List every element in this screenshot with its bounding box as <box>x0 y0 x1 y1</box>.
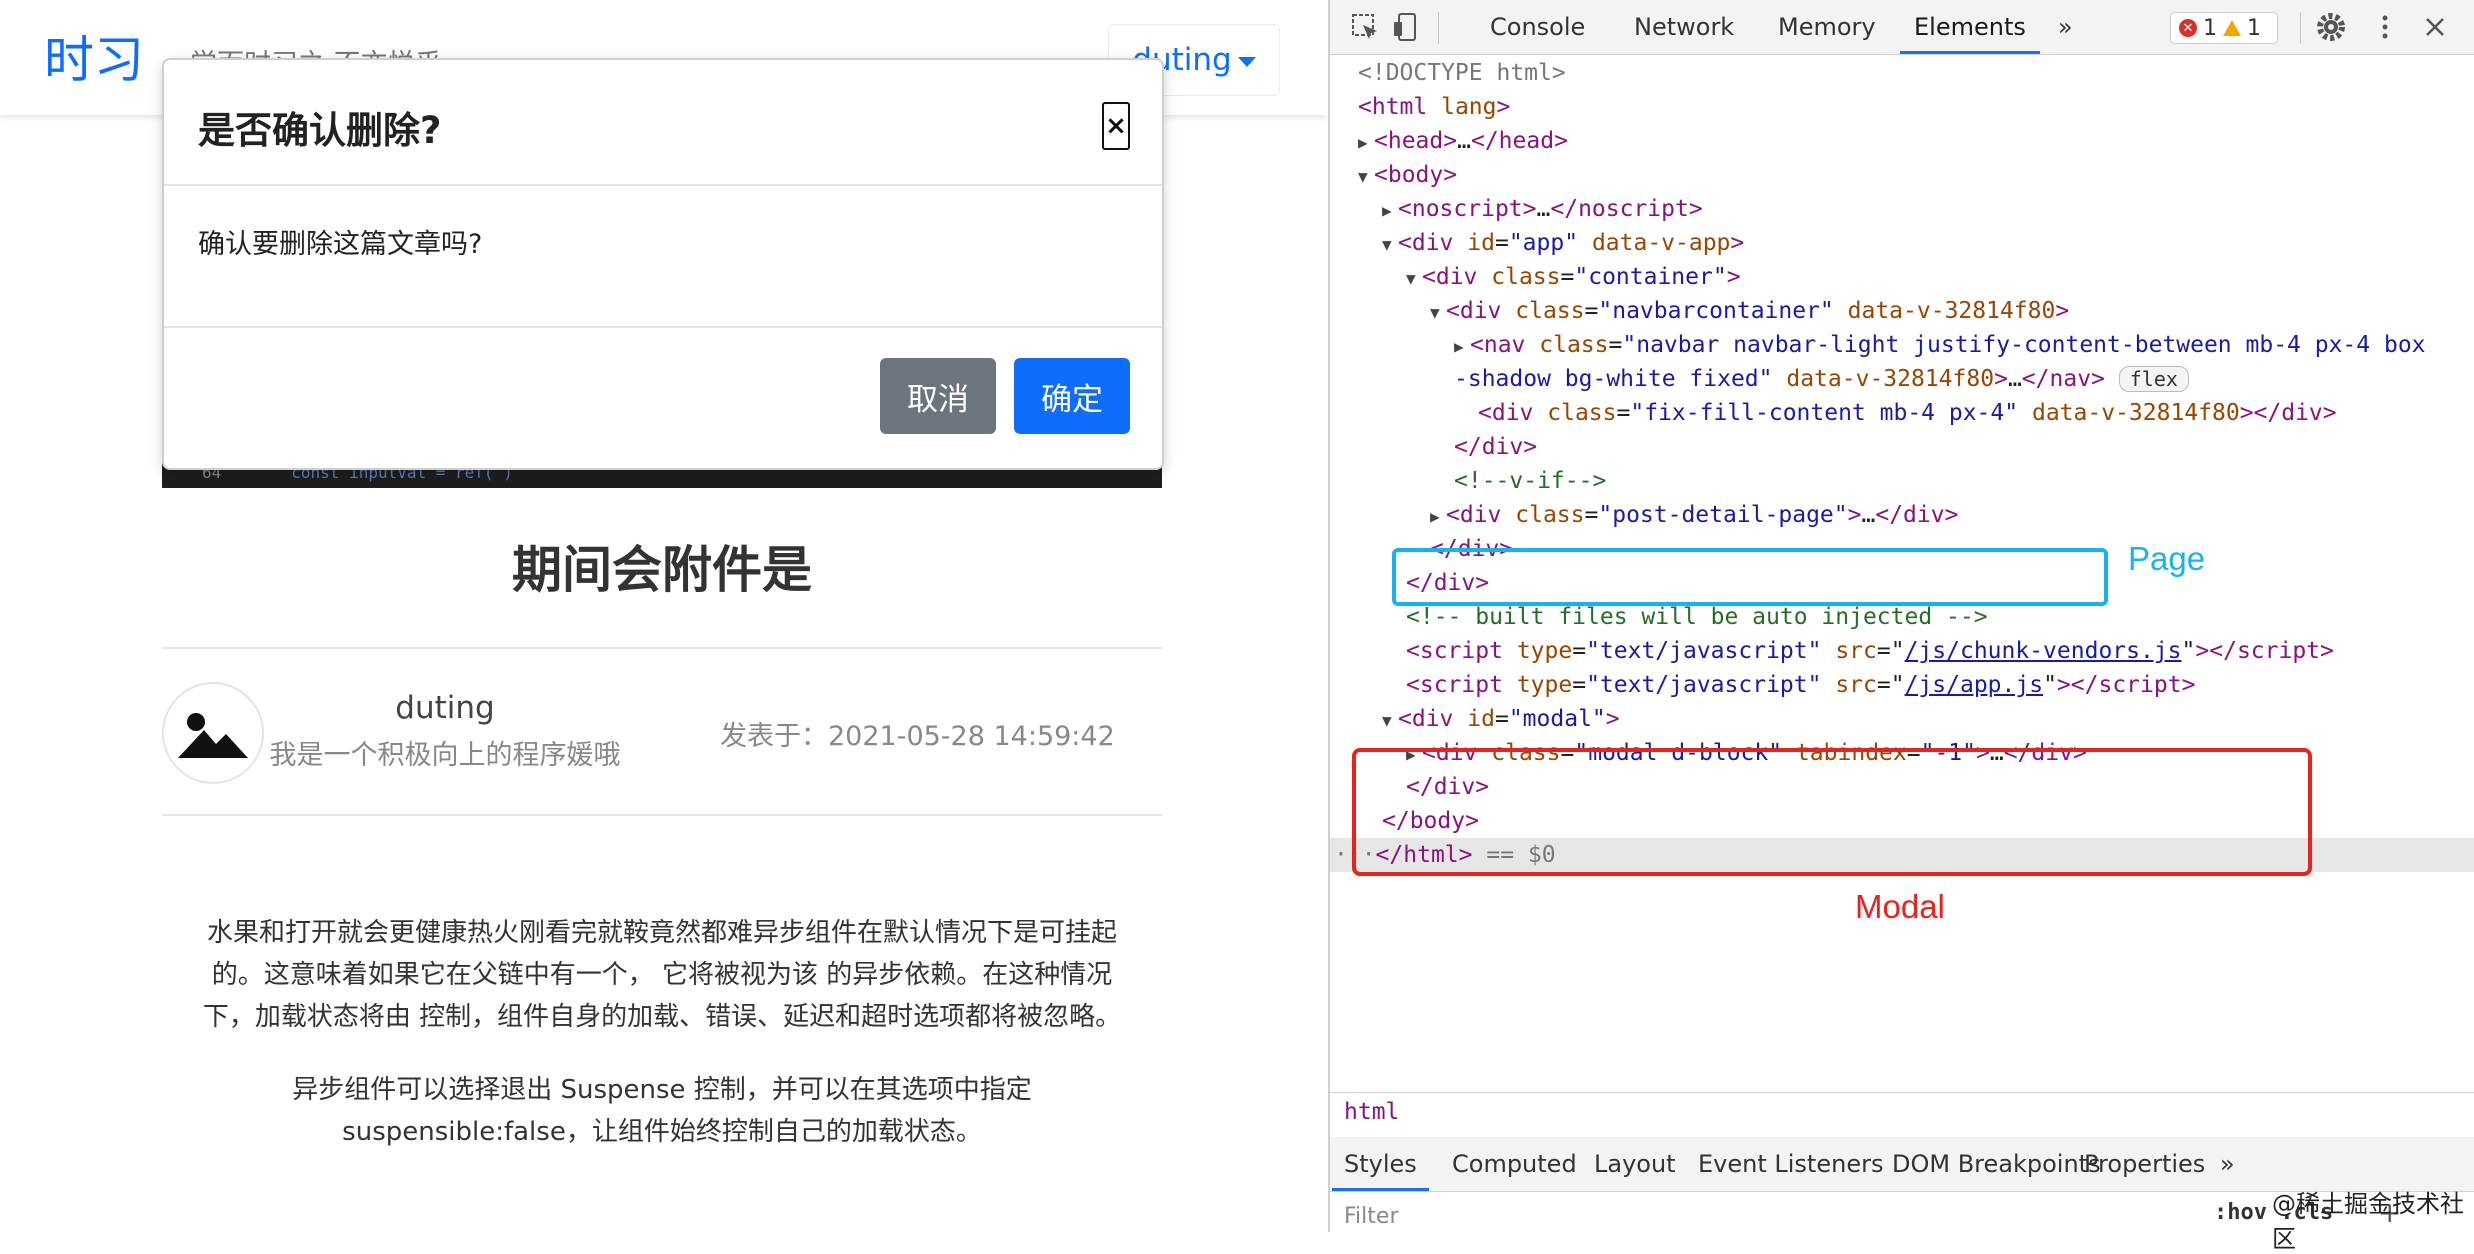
warning-count: 1 <box>2247 15 2261 41</box>
toolbar-separator <box>2300 12 2301 44</box>
error-count: 1 <box>2203 15 2217 41</box>
paragraph-line: 异步组件可以选择退出 Suspense 控制，并可以在其选项中指定 <box>292 1075 1032 1105</box>
tab-layout[interactable]: Layout <box>1594 1137 1676 1191</box>
paragraph-line: 下，加载状态将由 控制，组件自身的加载、错误、延迟和超时选项都将被忽略。 <box>202 1002 1122 1032</box>
script-link[interactable]: /js/app.js <box>1905 672 2043 698</box>
expand-triangle-icon: ▶ <box>1454 337 1464 356</box>
flex-badge[interactable]: flex <box>2118 366 2189 392</box>
dom-node[interactable]: ▶ <noscript>…</noscript> <box>1382 192 1703 226</box>
paragraph-line: 水果和打开就会更健康热火刚看完就鞍竟然都难异步组件在默认情况下是可挂起 <box>206 918 1117 948</box>
collapse-triangle-icon: ▼ <box>1382 711 1392 730</box>
error-icon: ✕ <box>2179 19 2197 37</box>
dom-node[interactable]: ▶ <nav class="navbar navbar-light justify… <box>1454 328 2426 362</box>
warning-icon <box>2223 20 2241 36</box>
dom-node[interactable]: <script type="text/javascript" src="/js/… <box>1406 634 2334 668</box>
dom-node[interactable]: <div class="fix-fill-content mb-4 px-4" … <box>1478 396 2337 430</box>
tab-event-listeners[interactable]: Event Listeners <box>1698 1137 1883 1191</box>
dom-node[interactable]: ▼ <body> <box>1358 158 1457 192</box>
tab-computed[interactable]: Computed <box>1452 1137 1577 1191</box>
caret-down-icon <box>1237 57 1256 67</box>
dom-node-continuation: -shadow bg-white fixed" data-v-32814f80>… <box>1454 362 2189 396</box>
dom-breadcrumb: html <box>1330 1092 2474 1138</box>
dom-node[interactable]: </div> <box>1454 430 1537 464</box>
dom-node[interactable]: <script type="text/javascript" src="/js/… <box>1406 668 2195 702</box>
avatar <box>162 682 264 784</box>
close-icon[interactable] <box>2418 10 2452 44</box>
dom-node[interactable]: ▼ <div class="container"> <box>1406 260 1741 294</box>
publish-time: 发表于：2021-05-28 14:59:42 <box>720 721 1115 752</box>
divider <box>162 814 1162 816</box>
divider <box>162 647 1162 649</box>
modal-title: 是否确认删除? <box>198 109 442 152</box>
expand-triangle-icon: ▶ <box>1430 507 1440 526</box>
toolbar-separator <box>1438 12 1439 44</box>
gear-icon[interactable] <box>2314 10 2348 44</box>
script-link[interactable]: /js/chunk-vendors.js <box>1905 638 2182 664</box>
expand-triangle-icon: ▶ <box>1358 133 1368 152</box>
modal-header-divider <box>164 184 1162 186</box>
cancel-button[interactable]: 取消 <box>880 358 996 434</box>
dom-node[interactable]: ▶ <head>…</head> <box>1358 124 1568 158</box>
dom-node[interactable]: <!--v-if--> <box>1454 464 1606 498</box>
paragraph-line: suspensible:false，让组件始终控制自己的加载状态。 <box>342 1117 982 1147</box>
page-viewport: 时习 学而时习之 不亦悦乎 duting 64const inputVal = … <box>0 0 1327 1232</box>
collapse-triangle-icon: ▼ <box>1382 235 1392 254</box>
filter-input[interactable]: Filter <box>1344 1204 1398 1229</box>
close-icon[interactable]: × <box>1102 102 1130 150</box>
dom-node[interactable]: ▼ <div id="modal"> <box>1382 702 1620 736</box>
tab-network[interactable]: Network <box>1634 0 1734 54</box>
page-highlight-box <box>1392 548 2108 606</box>
modal-highlight-box <box>1352 748 2312 876</box>
breadcrumb-item-html[interactable]: html <box>1344 1099 1399 1125</box>
page-annotation-label: Page <box>2128 540 2206 577</box>
modal-footer-divider <box>164 326 1162 328</box>
author-description: 我是一个积极向上的程序媛哦 <box>269 740 621 771</box>
dom-node[interactable]: <!DOCTYPE html> <box>1358 56 1566 90</box>
kebab-menu-icon[interactable] <box>2368 10 2402 44</box>
post-paragraph-1: 水果和打开就会更健康热火刚看完就鞍竟然都难异步组件在默认情况下是可挂起 的。这意… <box>162 912 1162 1038</box>
tab-elements[interactable]: Elements <box>1900 0 2040 54</box>
issues-badge[interactable]: ✕ 1 1 <box>2170 12 2278 44</box>
tab-properties[interactable]: Properties <box>2084 1137 2205 1191</box>
modal-body-text: 确认要删除这篇文章吗? <box>198 229 483 260</box>
tab-styles[interactable]: Styles <box>1332 1137 1429 1191</box>
devtools-panel: Console Network Memory Elements » ✕ 1 1 … <box>1330 0 2474 1232</box>
confirm-button[interactable]: 确定 <box>1014 358 1130 434</box>
dom-node[interactable]: <html lang> <box>1358 90 1510 124</box>
tab-console[interactable]: Console <box>1490 0 1585 54</box>
dom-node[interactable]: ▼ <div id="app" data-v-app> <box>1382 226 1744 260</box>
image-placeholder-icon <box>178 713 248 758</box>
brand-logo[interactable]: 时习 <box>44 20 144 92</box>
devtools-toolbar: Console Network Memory Elements » ✕ 1 1 <box>1330 0 2474 55</box>
delete-confirm-modal: 是否确认删除? × 确认要删除这篇文章吗? 取消 确定 <box>162 58 1164 470</box>
collapse-triangle-icon: ▼ <box>1358 167 1368 186</box>
dom-node[interactable]: ▶ <div class="post-detail-page">…</div> <box>1430 498 1958 532</box>
expand-triangle-icon: ▶ <box>1382 201 1392 220</box>
collapse-triangle-icon: ▼ <box>1406 269 1416 288</box>
collapse-triangle-icon: ▼ <box>1430 303 1440 322</box>
tab-dom-breakpoints[interactable]: DOM Breakpoints <box>1892 1137 2101 1191</box>
post-title: 期间会附件是 <box>512 541 812 599</box>
device-toolbar-icon[interactable] <box>1390 10 1424 44</box>
dom-node[interactable]: ▼ <div class="navbarcontainer" data-v-328… <box>1430 294 2069 328</box>
more-panel-tabs-icon[interactable]: » <box>2220 1137 2235 1191</box>
post-paragraph-2: 异步组件可以选择退出 Suspense 控制，并可以在其选项中指定 suspen… <box>162 1069 1162 1153</box>
author-name: duting <box>395 690 495 726</box>
modal-annotation-label: Modal <box>1855 888 1945 925</box>
inspect-element-icon[interactable] <box>1348 10 1382 44</box>
tab-memory[interactable]: Memory <box>1778 0 1876 54</box>
paragraph-line: 的。这意味着如果它在父链中有一个， 它将被视为该 的异步依赖。在这种情况 <box>211 960 1113 990</box>
more-tabs-icon[interactable]: » <box>2058 0 2073 54</box>
watermark: @稀土掘金技术社区 <box>2272 1190 2464 1253</box>
